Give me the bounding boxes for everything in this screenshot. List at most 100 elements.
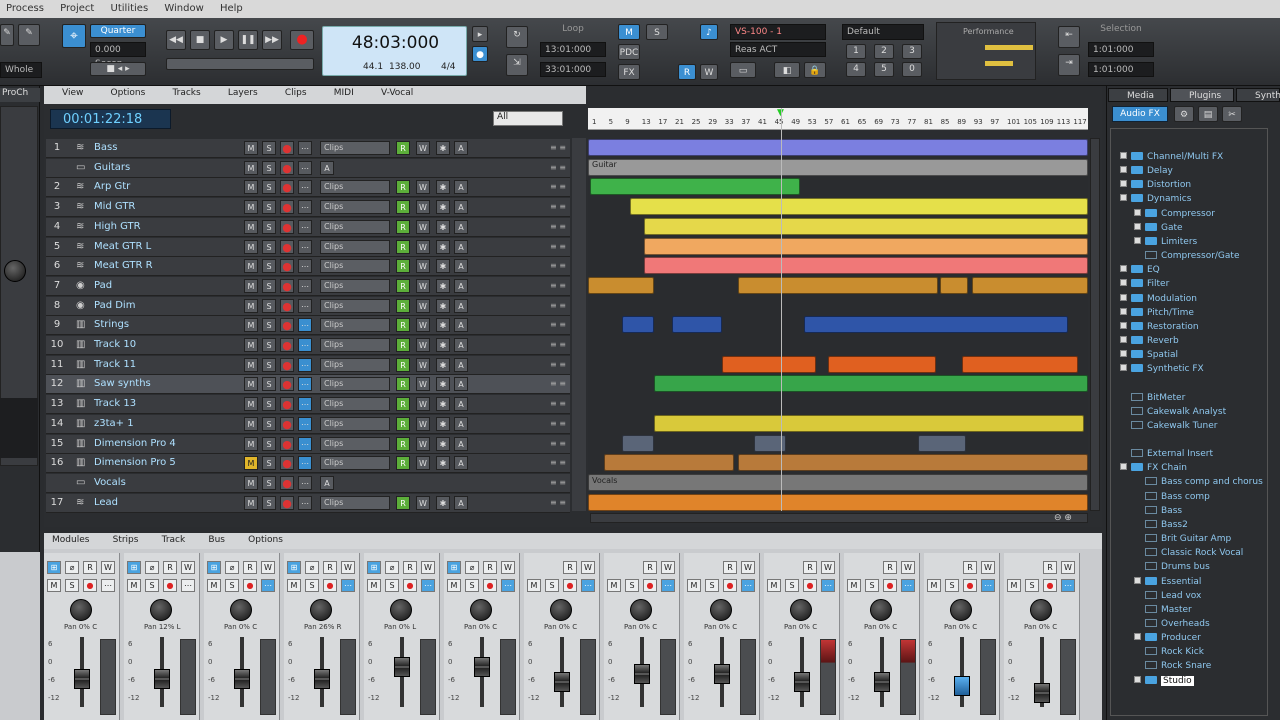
plugin-item[interactable]: Bass comp and chorus bbox=[1134, 477, 1263, 487]
console-menu-strips[interactable]: Strips bbox=[105, 533, 151, 545]
freeze-button[interactable]: ✱ bbox=[436, 436, 450, 451]
browser-tab-synth[interactable]: Synth bbox=[1236, 88, 1280, 102]
solo-button[interactable]: S bbox=[262, 475, 276, 490]
smart-tool-button[interactable]: ✎ bbox=[0, 24, 14, 46]
input-echo-button[interactable]: ⋯ bbox=[298, 298, 312, 313]
volume-fader[interactable] bbox=[794, 672, 810, 692]
track-name[interactable]: Bass bbox=[94, 142, 117, 153]
track-handle-icon[interactable]: ≡ ≡ bbox=[550, 222, 566, 231]
plugin-item[interactable]: Brit Guitar Amp bbox=[1134, 534, 1231, 544]
record-arm-button[interactable]: ● bbox=[280, 298, 294, 313]
pan-knob[interactable] bbox=[870, 599, 892, 621]
input-echo-button[interactable]: ⋯ bbox=[1061, 579, 1075, 592]
record-arm-button[interactable]: ● bbox=[280, 397, 294, 412]
record-arm-button[interactable]: ● bbox=[643, 579, 657, 592]
volume-fader[interactable] bbox=[554, 672, 570, 692]
read-automation-button[interactable]: R bbox=[396, 278, 410, 293]
mute-button[interactable]: M bbox=[244, 160, 258, 175]
read-automation-button[interactable]: R bbox=[396, 456, 410, 471]
record-arm-button[interactable]: ● bbox=[483, 579, 497, 592]
volume-fader[interactable] bbox=[234, 668, 250, 689]
clip[interactable] bbox=[972, 276, 1088, 294]
mute-button[interactable]: M bbox=[607, 579, 621, 592]
read-button[interactable]: R bbox=[803, 561, 817, 574]
write-button[interactable]: W bbox=[581, 561, 595, 574]
clip[interactable] bbox=[672, 316, 722, 334]
clip[interactable] bbox=[644, 237, 1088, 255]
read-automation-button[interactable]: R bbox=[396, 495, 410, 510]
solo-button[interactable]: S bbox=[385, 579, 399, 592]
mute-button[interactable]: M bbox=[287, 579, 301, 592]
mute-button[interactable]: M bbox=[244, 456, 258, 471]
phase-icon[interactable]: ⌀ bbox=[65, 561, 79, 574]
folder-row[interactable]: ▭ Guitars M S ● ⋯ A ≡ ≡ bbox=[46, 158, 570, 178]
read-automation-button[interactable]: R bbox=[396, 338, 410, 352]
selection-start-icon[interactable]: ⇤ bbox=[1058, 26, 1080, 48]
phase-icon[interactable]: ⌀ bbox=[305, 561, 319, 574]
solo-button[interactable]: S bbox=[65, 579, 79, 592]
track-row[interactable]: 6 ≋ Meat GTR R M S ● ⋯ Clips R W ✱ A ≡ ≡ bbox=[46, 257, 570, 277]
solo-button[interactable]: S bbox=[262, 338, 276, 352]
record-arm-button[interactable]: ● bbox=[563, 579, 577, 592]
solo-button[interactable]: S bbox=[545, 579, 559, 592]
loop-end-field[interactable]: 33:01:000 bbox=[540, 62, 606, 77]
track-handle-icon[interactable]: ≡ ≡ bbox=[550, 321, 566, 329]
input-echo-button[interactable]: ⋯ bbox=[298, 456, 312, 471]
record-arm-button[interactable]: ● bbox=[280, 495, 294, 510]
track-handle-icon[interactable]: ≡ ≡ bbox=[550, 478, 566, 487]
track-name[interactable]: Mid GTR bbox=[94, 201, 135, 212]
expand-icon[interactable] bbox=[1120, 166, 1127, 174]
read-automation-button[interactable]: R bbox=[396, 259, 410, 274]
console-menu-modules[interactable]: Modules bbox=[44, 533, 101, 545]
act-lock-icon[interactable]: 🔒 bbox=[804, 62, 826, 78]
menu-utilities[interactable]: Utilities bbox=[105, 0, 156, 14]
expand-icon[interactable] bbox=[1120, 180, 1127, 188]
console-menu-bus[interactable]: Bus bbox=[200, 533, 237, 545]
pan-knob[interactable] bbox=[630, 599, 652, 621]
write-button[interactable]: W bbox=[741, 561, 755, 574]
phase-icon[interactable]: ⌀ bbox=[225, 561, 239, 574]
write-automation-button[interactable]: W bbox=[416, 397, 430, 412]
record-arm-button[interactable]: ● bbox=[280, 416, 294, 431]
solo-button[interactable]: S bbox=[262, 416, 276, 431]
midi-input-icon[interactable]: ♪ bbox=[700, 24, 718, 40]
read-automation-button[interactable]: R bbox=[396, 436, 410, 451]
track-name[interactable]: Strings bbox=[94, 319, 129, 330]
track-row[interactable]: 2 ≋ Arp Gtr M S ● ⋯ Clips R W ✱ A ≡ ≡ bbox=[46, 178, 570, 198]
expand-icon[interactable] bbox=[1120, 279, 1127, 287]
mute-button[interactable]: M bbox=[207, 579, 221, 592]
track-row[interactable]: 9 ▥ Strings M S ● ⋯ Clips R W ✱ A ≡ ≡ bbox=[46, 316, 570, 336]
track-menu-options[interactable]: Options bbox=[93, 86, 152, 98]
phase-icon[interactable]: ⌀ bbox=[465, 561, 479, 574]
snap-icon[interactable]: ⌖ bbox=[62, 24, 86, 48]
track-name[interactable]: Meat GTR R bbox=[94, 260, 153, 271]
volume-fader[interactable] bbox=[74, 668, 90, 689]
track-handle-icon[interactable]: ≡ ≡ bbox=[550, 183, 566, 191]
read-button[interactable]: R bbox=[243, 561, 257, 574]
volume-fader[interactable] bbox=[954, 675, 970, 696]
write-button[interactable]: W bbox=[661, 561, 675, 574]
archive-button[interactable]: A bbox=[454, 357, 468, 372]
screenset-3[interactable]: 3 bbox=[902, 44, 922, 59]
track-name[interactable]: Pad Dim bbox=[94, 300, 135, 311]
expand-icon[interactable] bbox=[1134, 576, 1141, 584]
solo-button[interactable]: S bbox=[262, 495, 276, 510]
plugin-item[interactable]: Classic Rock Vocal bbox=[1134, 548, 1243, 558]
track-menu-vvocal[interactable]: V-Vocal bbox=[363, 86, 419, 98]
plugin-item[interactable]: Cakewalk Analyst bbox=[1120, 406, 1226, 417]
track-row[interactable]: 16 ▥ Dimension Pro 5 M S ● ⋯ Clips R W ✱ A ≡ ≡ bbox=[46, 454, 570, 474]
nudge-buttons[interactable]: ■ ◂ ▸ bbox=[90, 62, 146, 76]
expand-icon[interactable] bbox=[1134, 236, 1141, 244]
write-automation-button[interactable]: W bbox=[416, 298, 430, 313]
track-row[interactable]: 17 ≋ Lead M S ● ⋯ Clips R W ✱ A ≡ ≡ bbox=[46, 493, 570, 513]
record-arm-button[interactable]: ● bbox=[1043, 579, 1057, 592]
archive-button[interactable]: A bbox=[454, 338, 468, 352]
plugin-folder[interactable]: Producer bbox=[1134, 633, 1201, 643]
screenset-4[interactable]: 4 bbox=[846, 62, 866, 77]
write-automation-button[interactable]: W bbox=[416, 495, 430, 510]
track-name[interactable]: Meat GTR L bbox=[94, 241, 151, 252]
mute-button[interactable]: M bbox=[367, 579, 381, 592]
archive-button[interactable]: A bbox=[320, 475, 334, 490]
mute-button[interactable]: M bbox=[244, 338, 258, 352]
record-arm-button[interactable]: ● bbox=[723, 579, 737, 592]
